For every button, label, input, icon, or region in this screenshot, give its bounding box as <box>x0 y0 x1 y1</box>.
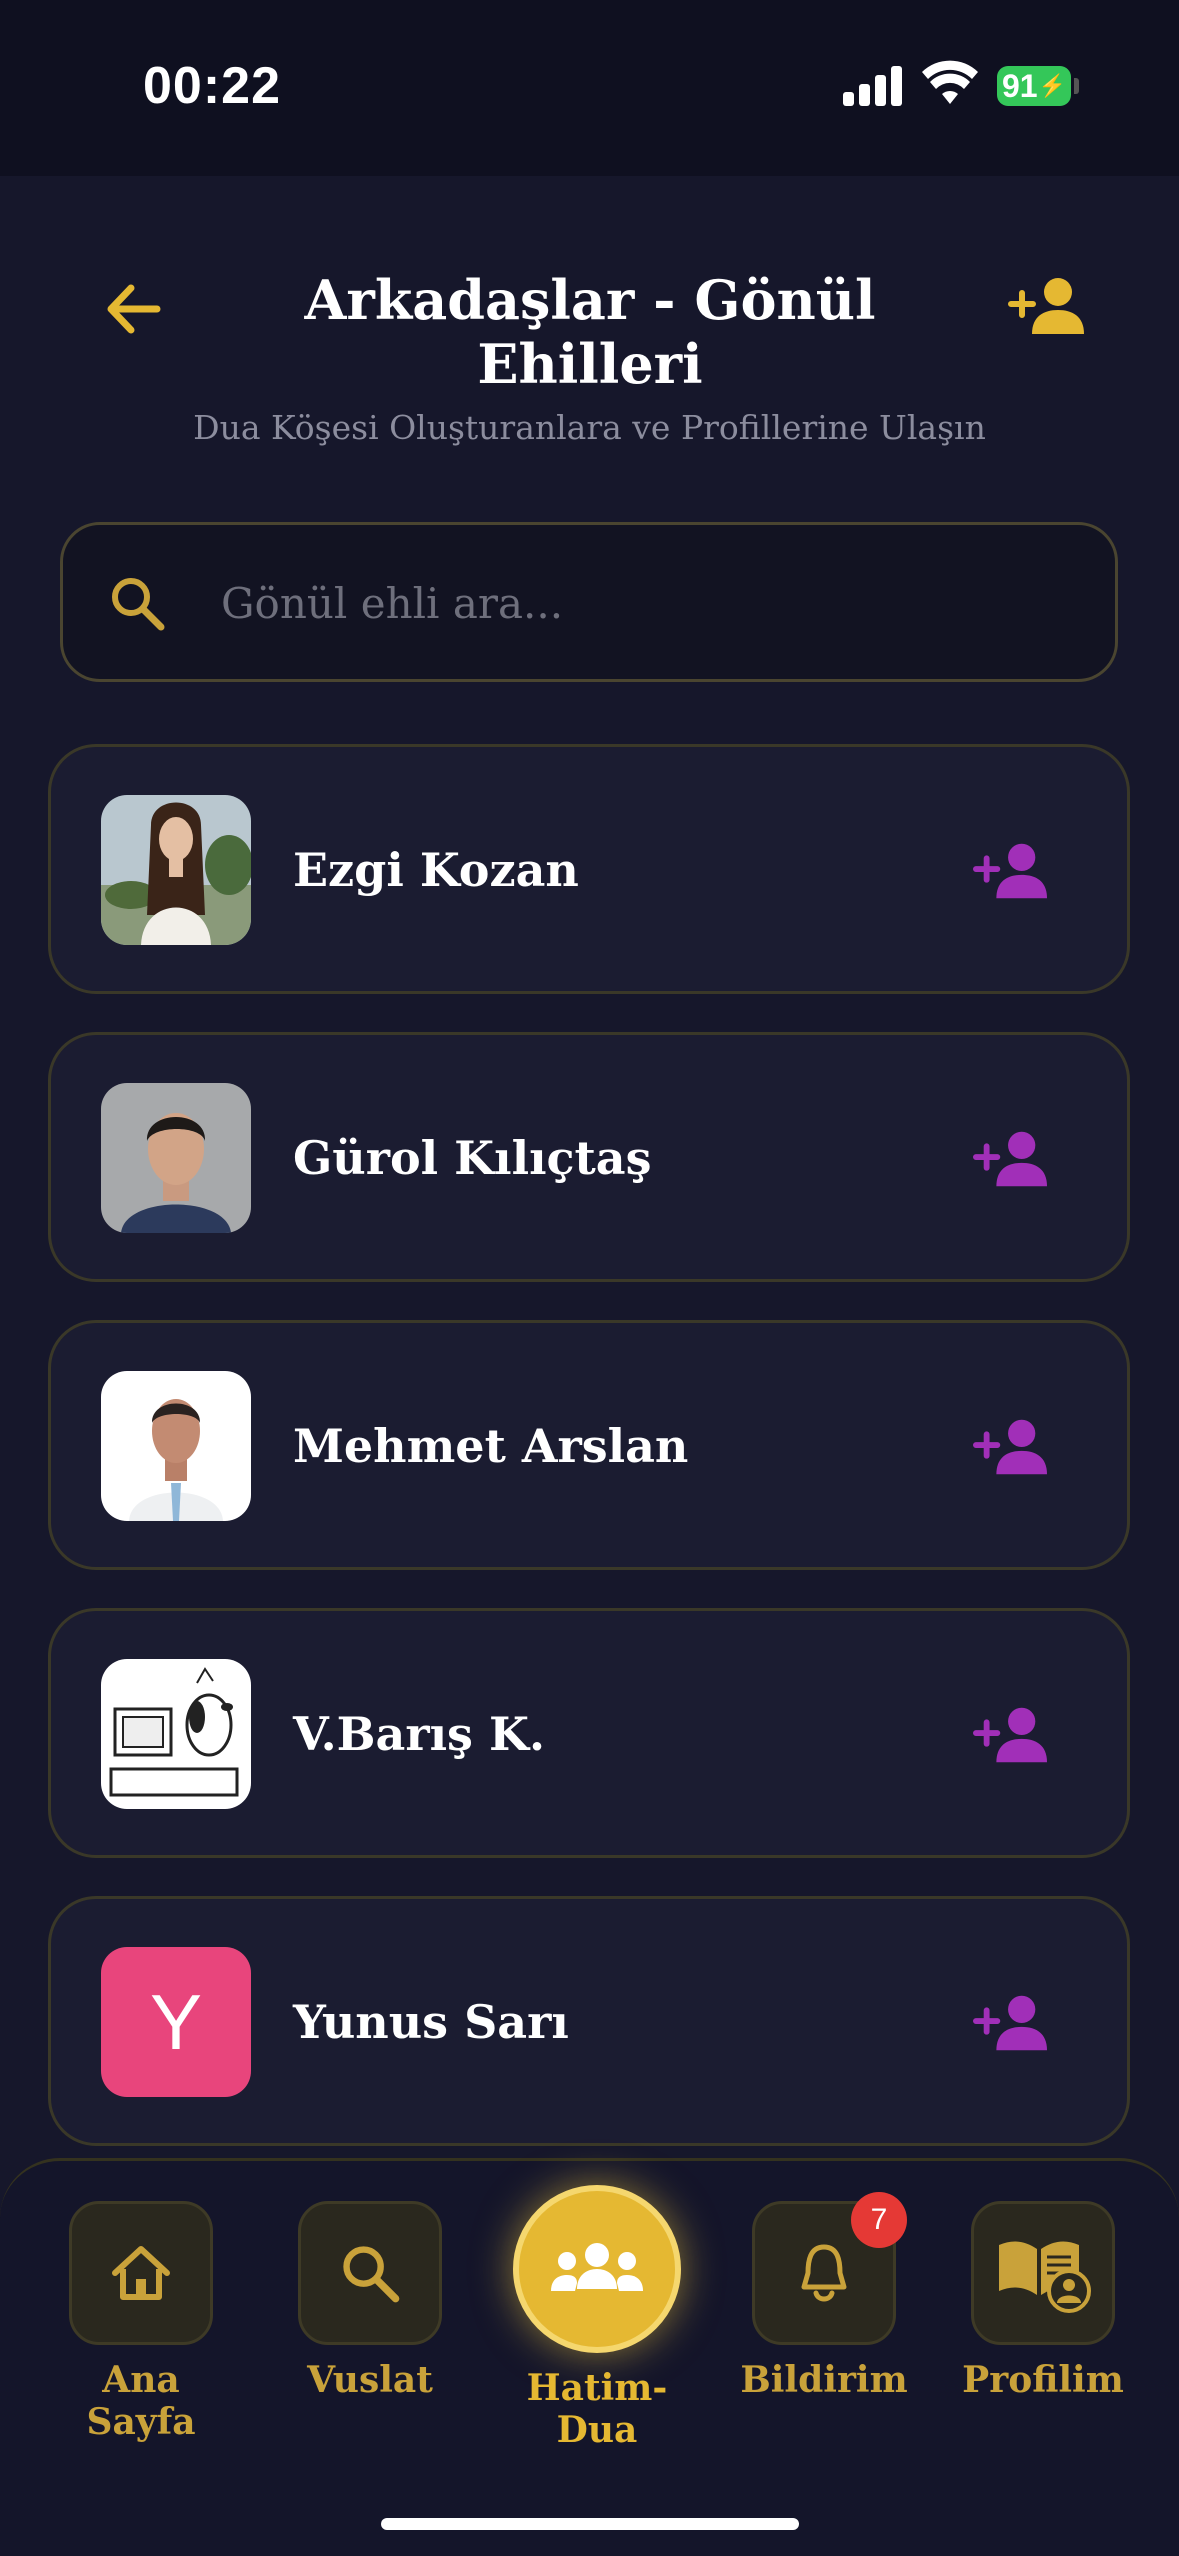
person-add-icon <box>973 1419 1047 1475</box>
battery-level: 91 <box>1002 67 1038 104</box>
search-box[interactable] <box>60 522 1118 682</box>
nav-tile[interactable] <box>298 2201 442 2345</box>
avatar[interactable] <box>101 1659 251 1809</box>
nav-label: Profilim <box>962 2359 1124 2401</box>
wifi-icon <box>922 60 978 104</box>
nav-item-bildirim[interactable]: 7 Bildirim <box>729 2192 919 2401</box>
nav-item-home[interactable]: Ana Sayfa <box>46 2201 236 2443</box>
book-profile-icon <box>999 2241 1091 2313</box>
person-add-icon <box>973 843 1047 899</box>
add-friend-button[interactable] <box>973 1705 1047 1765</box>
friend-name: Gürol Kılıçtaş <box>293 1131 652 1185</box>
search-icon <box>343 2246 400 2303</box>
nav-label: Bildirim <box>740 2359 908 2401</box>
person-add-icon <box>973 1995 1047 2051</box>
nav-item-profilim[interactable]: Profilim <box>948 2201 1138 2401</box>
add-friend-button[interactable] <box>973 1417 1047 1477</box>
friend-card[interactable]: Mehmet Arslan <box>48 1320 1130 1570</box>
battery-indicator: 91 ⚡ <box>997 66 1071 106</box>
status-time: 00:22 <box>143 57 281 115</box>
add-friend-button[interactable] <box>973 841 1047 901</box>
friend-card[interactable]: V.Barış K. <box>48 1608 1130 1858</box>
add-friend-button[interactable] <box>973 1129 1047 1189</box>
nav-item-vuslat[interactable]: Vuslat <box>275 2201 465 2401</box>
nav-tile[interactable] <box>971 2201 1115 2345</box>
avatar[interactable] <box>101 1083 251 1233</box>
notification-badge: 7 <box>851 2192 907 2248</box>
nav-tile[interactable] <box>69 2201 213 2345</box>
nav-tile[interactable] <box>513 2185 681 2353</box>
nav-label: Hatim-Dua <box>526 2367 668 2451</box>
back-button[interactable] <box>100 276 166 342</box>
friend-name: Ezgi Kozan <box>293 843 579 897</box>
cellular-signal-icon <box>843 66 905 106</box>
avatar[interactable]: Y <box>101 1947 251 2097</box>
page-title: Arkadaşlar - Gönül Ehilleri <box>304 268 876 396</box>
nav-tile[interactable]: 7 <box>752 2192 907 2345</box>
friend-name: Yunus Sarı <box>293 1995 569 2049</box>
friend-name: Mehmet Arslan <box>293 1419 689 1473</box>
friend-card[interactable]: Ezgi Kozan <box>48 744 1130 994</box>
friends-screen: 00:22 91 ⚡ Arkadaşlar - Gönül Ehilleri D… <box>0 0 1179 2556</box>
status-bar: 00:22 91 ⚡ <box>0 0 1179 176</box>
person-add-icon <box>973 1707 1047 1763</box>
group-icon <box>551 2243 643 2291</box>
nav-label: Ana Sayfa <box>86 2359 196 2443</box>
friend-card[interactable]: Y Yunus Sarı <box>48 1896 1130 2146</box>
person-add-icon <box>973 1131 1047 1187</box>
avatar[interactable] <box>101 795 251 945</box>
add-friend-button[interactable] <box>1008 276 1084 342</box>
home-icon <box>112 2246 170 2300</box>
bottom-nav: Ana Sayfa Vuslat Hatim-Dua 7 Bildirim Pr… <box>0 2158 1179 2556</box>
home-indicator[interactable] <box>381 2518 799 2530</box>
battery-cap <box>1074 78 1079 94</box>
search-icon <box>112 578 165 631</box>
add-friend-button[interactable] <box>973 1993 1047 2053</box>
avatar-letter: Y <box>101 1947 251 2097</box>
friend-card[interactable]: Gürol Kılıçtaş <box>48 1032 1130 1282</box>
nav-item-hatim-dua[interactable]: Hatim-Dua <box>502 2185 692 2451</box>
nav-label: Vuslat <box>307 2359 433 2401</box>
friend-name: V.Barış K. <box>293 1707 545 1761</box>
search-input[interactable] <box>221 567 1061 639</box>
page-subtitle: Dua Köşesi Oluşturanlara ve Profillerine… <box>193 408 986 447</box>
avatar[interactable] <box>101 1371 251 1521</box>
arrow-left-icon <box>107 284 161 334</box>
bell-icon <box>801 2244 847 2302</box>
person-add-icon <box>1008 278 1084 334</box>
